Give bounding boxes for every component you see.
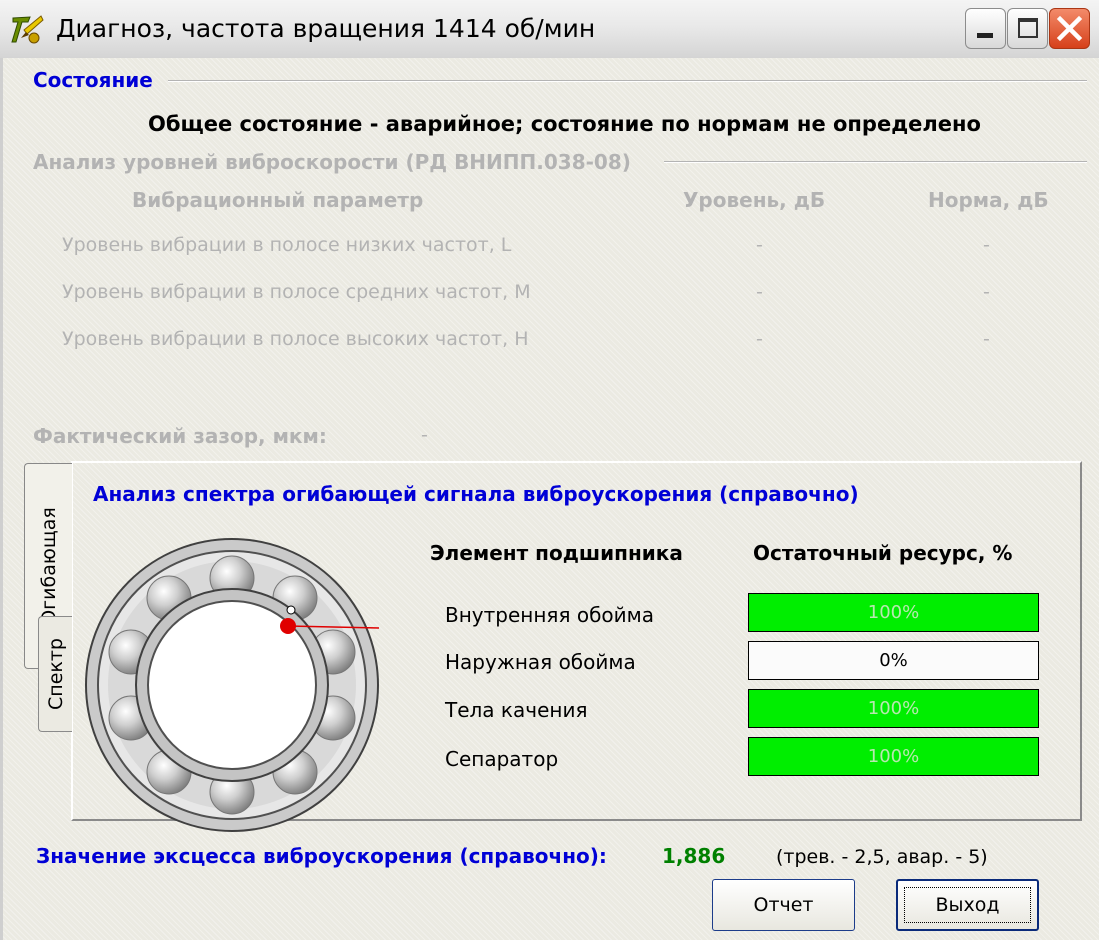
- row-low-level: -: [756, 234, 763, 256]
- kurtosis-thresholds: (трев. - 2,5, авар. - 5): [776, 846, 988, 868]
- maximize-icon: [1018, 18, 1038, 38]
- row-mid-param: Уровень вибрации в полосе средних частот…: [62, 281, 531, 303]
- bearing-diagram-icon: [85, 538, 380, 832]
- progress-text: 100%: [867, 698, 920, 719]
- maximize-button[interactable]: [1007, 8, 1048, 49]
- app-logo-icon: [11, 15, 44, 44]
- gap-value: -: [421, 424, 428, 446]
- bearing-element-header: Элемент подшипника: [430, 541, 683, 565]
- progress-separator: 100%: [748, 737, 1039, 776]
- progress-inner-race: 100%: [748, 593, 1039, 632]
- envelope-title: Анализ спектра огибающей сигнала виброус…: [93, 482, 859, 506]
- gap-label: Фактический зазор, мкм:: [33, 424, 327, 448]
- progress-outer-race: 0%: [748, 641, 1039, 680]
- element-separator: Сепаратор: [445, 747, 559, 771]
- kurtosis-label: Значение эксцесса виброускорения (справо…: [36, 844, 607, 868]
- row-mid-norm: -: [983, 281, 990, 303]
- row-high-param: Уровень вибрации в полосе высоких частот…: [62, 328, 529, 350]
- row-high-norm: -: [983, 328, 990, 350]
- row-mid-level: -: [756, 281, 763, 303]
- progress-text: 100%: [867, 746, 920, 767]
- diagnosis-window: Диагноз, частота вращения 1414 об/мин Со…: [0, 0, 1099, 940]
- velocity-group-title: Анализ уровней виброскорости (РД ВНИПП.0…: [33, 150, 631, 174]
- progress-text: 0%: [879, 650, 908, 671]
- row-low-param: Уровень вибрации в полосе низких частот,…: [62, 234, 512, 256]
- col-header-level: Уровень, дБ: [683, 188, 826, 212]
- window-content: Состояние Общее состояние - аварийное; с…: [0, 58, 1099, 940]
- residual-resource-header: Остаточный ресурс, %: [753, 541, 1013, 565]
- title-bar[interactable]: Диагноз, частота вращения 1414 об/мин: [0, 0, 1099, 59]
- col-header-norm: Норма, дБ: [928, 188, 1049, 212]
- minimize-button[interactable]: [965, 8, 1006, 49]
- window-title: Диагноз, частота вращения 1414 об/мин: [56, 14, 596, 43]
- state-group-title: Состояние: [33, 68, 153, 92]
- tab-spectrum-label: Спектр: [44, 638, 67, 710]
- kurtosis-value: 1,886: [662, 844, 726, 868]
- velocity-group-line: [664, 161, 1087, 163]
- overall-state-text: Общее состояние - аварийное; состояние п…: [148, 112, 981, 136]
- progress-rolling-bodies: 100%: [748, 689, 1039, 728]
- tab-spectrum[interactable]: Спектр: [38, 616, 72, 732]
- report-button[interactable]: Отчет: [712, 879, 855, 931]
- close-button[interactable]: [1049, 8, 1090, 49]
- window-border: [0, 58, 3, 940]
- col-header-parameter: Вибрационный параметр: [132, 188, 424, 212]
- close-icon: [1056, 15, 1083, 42]
- row-high-level: -: [756, 328, 763, 350]
- minimize-icon: [977, 33, 993, 38]
- progress-text: 100%: [867, 602, 920, 623]
- element-rolling-bodies: Тела качения: [445, 698, 588, 722]
- state-group-line: [168, 80, 1087, 82]
- row-low-norm: -: [983, 234, 990, 256]
- exit-button-label: Выход: [904, 887, 1031, 923]
- element-inner-race: Внутренняя обойма: [445, 603, 655, 627]
- exit-button[interactable]: Выход: [896, 879, 1039, 931]
- tab-envelope-label: Огибающая: [37, 507, 60, 625]
- element-outer-race: Наружная обойма: [445, 650, 636, 674]
